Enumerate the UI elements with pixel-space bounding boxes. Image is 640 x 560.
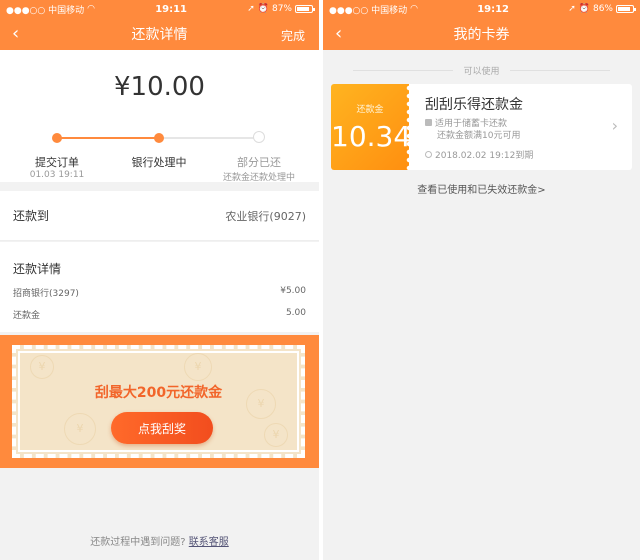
nav-bar: ‹ 我的卡券 — [323, 18, 640, 50]
contact-support-link[interactable]: 联系客服 — [189, 537, 229, 548]
view-used-expired-link[interactable]: 查看已使用和已失效还款金> — [323, 181, 640, 196]
battery-percent: 86% — [592, 4, 613, 14]
page-title: 我的卡券 — [453, 27, 510, 43]
scratch-button[interactable]: 点我刮奖 — [111, 412, 213, 444]
list-item: 还款金 5.00 — [13, 308, 306, 321]
coupon-title: 刮刮乐得还款金 — [425, 97, 523, 113]
coupon-expiry-line: 2018.02.02 19:12到期 — [425, 148, 533, 161]
list-item: 招商银行(3297) ¥5.00 — [13, 286, 306, 299]
repay-to-value: 农业银行(9027) — [225, 209, 306, 223]
coin-icon: ¥ — [64, 413, 96, 445]
coin-icon: ¥ — [184, 353, 212, 381]
carrier-label: ●●●○○ 中国移动 — [329, 5, 408, 16]
repay-to-label: 还款到 — [13, 209, 50, 223]
battery-icon — [616, 5, 636, 13]
progress-line-done — [57, 137, 159, 139]
lock-icon — [425, 119, 432, 126]
detail-value: ¥5.00 — [280, 286, 306, 296]
step-sub-partial: 还款金还款处理中 — [222, 173, 295, 183]
done-button[interactable]: 完成 — [281, 27, 305, 44]
repayment-detail-card: 还款详情 招商银行(3297) ¥5.00 还款金 5.00 — [0, 242, 319, 332]
step-label-processing: 银行处理中 — [131, 156, 187, 169]
coupon-condition-line: 还款金额满10元可用 — [425, 128, 520, 141]
status-bar: ●●●○○ 中国移动 ◠ 19:11 ➚ ⏰ 87% — [0, 0, 319, 18]
clock-icon — [425, 151, 432, 158]
detail-label: 招商银行(3297) — [13, 289, 79, 299]
step-label-partial: 部分已还 — [237, 156, 281, 169]
alarm-icon: ⏰ — [257, 4, 269, 14]
coupon-condition-text: 还款金额满10元可用 — [437, 131, 521, 141]
coupon-card[interactable]: 还款金 10.34 刮刮乐得还款金 适用于储蓄卡还款 还款金额满10元可用 20… — [331, 84, 632, 170]
status-bar: ●●●○○ 中国移动 ◠ 19:12 ➚ ⏰ 86% — [323, 0, 640, 18]
detail-label: 还款金 — [13, 311, 41, 321]
section-header-available: 可以使用 — [323, 64, 640, 77]
coupon-stub: 还款金 10.34 — [331, 84, 412, 170]
step-sub-submitted: 01.03 19:11 — [29, 170, 85, 180]
help-text: 还款过程中遇到问题? — [90, 537, 186, 548]
step-dot-partial — [253, 131, 265, 143]
coupon-value: 10.34 — [331, 120, 412, 153]
battery-percent: 87% — [271, 4, 292, 14]
nav-bar: ‹ 还款详情 完成 — [0, 18, 319, 50]
repayment-detail-screen: ●●●○○ 中国移动 ◠ 19:11 ➚ ⏰ 87% ‹ 还款详情 完成 ¥10… — [0, 0, 319, 560]
status-time: 19:12 — [477, 3, 510, 15]
coupon-expiry-text: 2018.02.02 19:12到期 — [435, 151, 534, 161]
back-chevron-icon[interactable]: ‹ — [12, 23, 19, 44]
back-chevron-icon[interactable]: ‹ — [335, 23, 342, 44]
wifi-icon: ◠ — [410, 4, 418, 14]
wifi-icon: ◠ — [87, 4, 95, 14]
page-title: 还款详情 — [131, 27, 188, 43]
coin-icon: ¥ — [264, 423, 288, 447]
my-coupons-screen: ●●●○○ 中国移动 ◠ 19:12 ➚ ⏰ 86% ‹ 我的卡券 可以使用 还… — [323, 0, 640, 560]
step-dot-processing — [154, 133, 164, 143]
location-icon: ➚ — [568, 4, 576, 14]
scratch-ticket[interactable]: ¥ ¥ ¥ ¥ ¥ 刮最大200元还款金 点我刮奖 — [12, 345, 305, 458]
coupon-type-label: 还款金 — [356, 105, 384, 115]
repayment-amount: ¥10.00 — [114, 72, 205, 102]
repay-to-row: 还款到 农业银行(9027) — [0, 191, 319, 241]
location-icon: ➚ — [247, 4, 255, 14]
scratch-card-banner: ¥ ¥ ¥ ¥ ¥ 刮最大200元还款金 点我刮奖 — [0, 335, 319, 468]
alarm-icon: ⏰ — [578, 4, 590, 14]
carrier-label: ●●●○○ 中国移动 — [6, 5, 85, 16]
scratch-title: 刮最大200元还款金 — [94, 385, 223, 401]
coin-icon: ¥ — [30, 355, 54, 379]
status-time: 19:11 — [155, 3, 188, 15]
step-dot-submitted — [52, 133, 62, 143]
chevron-right-icon: › — [611, 116, 618, 135]
detail-value: 5.00 — [285, 308, 306, 318]
help-line: 还款过程中遇到问题? 联系客服 — [0, 533, 319, 548]
amount-card: ¥10.00 提交订单 01.03 19:11 银行处理中 部分已还 还款金还款… — [0, 50, 319, 183]
progress-line-pending — [159, 137, 260, 139]
battery-icon — [295, 5, 315, 13]
step-label-submitted: 提交订单 — [35, 156, 79, 169]
detail-title: 还款详情 — [13, 262, 62, 276]
